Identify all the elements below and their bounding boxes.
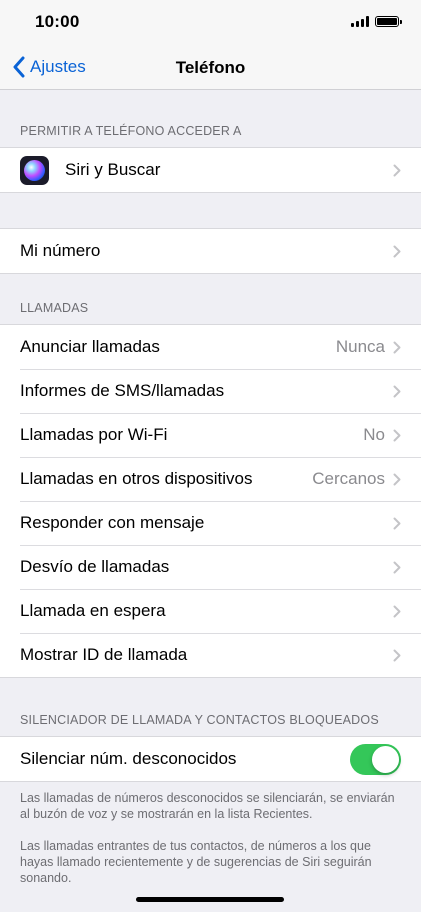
siri-icon (20, 155, 49, 185)
call-forwarding-row[interactable]: Desvío de llamadas (0, 545, 421, 589)
wifi-calling-row[interactable]: Llamadas por Wi-Fi No (0, 413, 421, 457)
calls-other-devices-row[interactable]: Llamadas en otros dispositivos Cercanos (0, 457, 421, 501)
row-value: Cercanos (312, 469, 385, 488)
chevron-right-icon (393, 473, 401, 485)
my-number-row[interactable]: Mi número (0, 229, 421, 273)
row-label: Desvío de llamadas (20, 557, 170, 576)
row-value: Nunca (335, 337, 385, 356)
battery-icon (375, 16, 402, 27)
status-time: 10:00 (35, 12, 80, 31)
row-label: Informes de SMS/llamadas (20, 381, 225, 400)
sms-call-reports-row[interactable]: Informes de SMS/llamadas (0, 369, 421, 413)
chevron-right-icon (393, 517, 401, 529)
silence-unknown-toggle[interactable] (350, 743, 401, 775)
status-icons (351, 16, 402, 27)
chevron-right-icon (393, 245, 401, 257)
chevron-right-icon (393, 164, 401, 176)
group-calls: Anunciar llamadas Nunca Informes de SMS/… (0, 324, 421, 678)
row-label: Llamada en espera (20, 601, 166, 620)
chevron-right-icon (393, 429, 401, 441)
section-header-calls: LLAMADAS (20, 301, 89, 315)
group-my-number: Mi número (0, 228, 421, 274)
group-silence: Silenciar núm. desconocidos (0, 736, 421, 782)
status-bar: 10:00 (0, 0, 421, 46)
call-waiting-row[interactable]: Llamada en espera (0, 589, 421, 633)
show-caller-id-row[interactable]: Mostrar ID de llamada (0, 633, 421, 677)
navigation-bar: Ajustes Teléfono (0, 46, 421, 90)
silence-unknown-row: Silenciar núm. desconocidos (0, 737, 421, 781)
chevron-right-icon (393, 649, 401, 661)
announce-calls-row[interactable]: Anunciar llamadas Nunca (0, 325, 421, 369)
row-value: No (363, 425, 385, 444)
respond-with-text-row[interactable]: Responder con mensaje (0, 501, 421, 545)
row-label: Mostrar ID de llamada (20, 645, 188, 664)
footer-text-1: Las llamadas de números desconocidos se … (20, 791, 395, 821)
home-indicator[interactable] (136, 897, 284, 902)
row-label: Llamadas en otros dispositivos (20, 469, 253, 488)
row-label: Siri y Buscar (65, 160, 161, 179)
section-header-silence: SILENCIADOR DE LLAMADA Y CONTACTOS BLOQU… (20, 713, 379, 727)
row-label: Silenciar núm. desconocidos (20, 749, 237, 768)
row-label: Mi número (20, 241, 101, 260)
chevron-right-icon (393, 605, 401, 617)
row-label: Responder con mensaje (20, 513, 205, 532)
section-header-allow: PERMITIR A TELÉFONO ACCEDER A (20, 124, 242, 138)
row-label: Anunciar llamadas (20, 337, 160, 356)
page-title: Teléfono (175, 58, 246, 77)
cellular-signal-icon (351, 16, 369, 27)
row-label: Llamadas por Wi-Fi (20, 425, 168, 444)
silence-footer: Las llamadas de números desconocidos se … (0, 782, 421, 886)
chevron-right-icon (393, 385, 401, 397)
chevron-right-icon (393, 561, 401, 573)
settings-screen: 10:00 Ajustes Teléfono PERMITIR A TELÉFO… (0, 0, 421, 912)
settings-content: PERMITIR A TELÉFONO ACCEDER A Siri y Bus… (0, 90, 421, 886)
siri-search-row[interactable]: Siri y Buscar (0, 148, 421, 192)
chevron-right-icon (393, 341, 401, 353)
footer-text-2: Las llamadas entrantes de tus contactos,… (20, 839, 372, 885)
group-allow: Siri y Buscar (0, 147, 421, 193)
